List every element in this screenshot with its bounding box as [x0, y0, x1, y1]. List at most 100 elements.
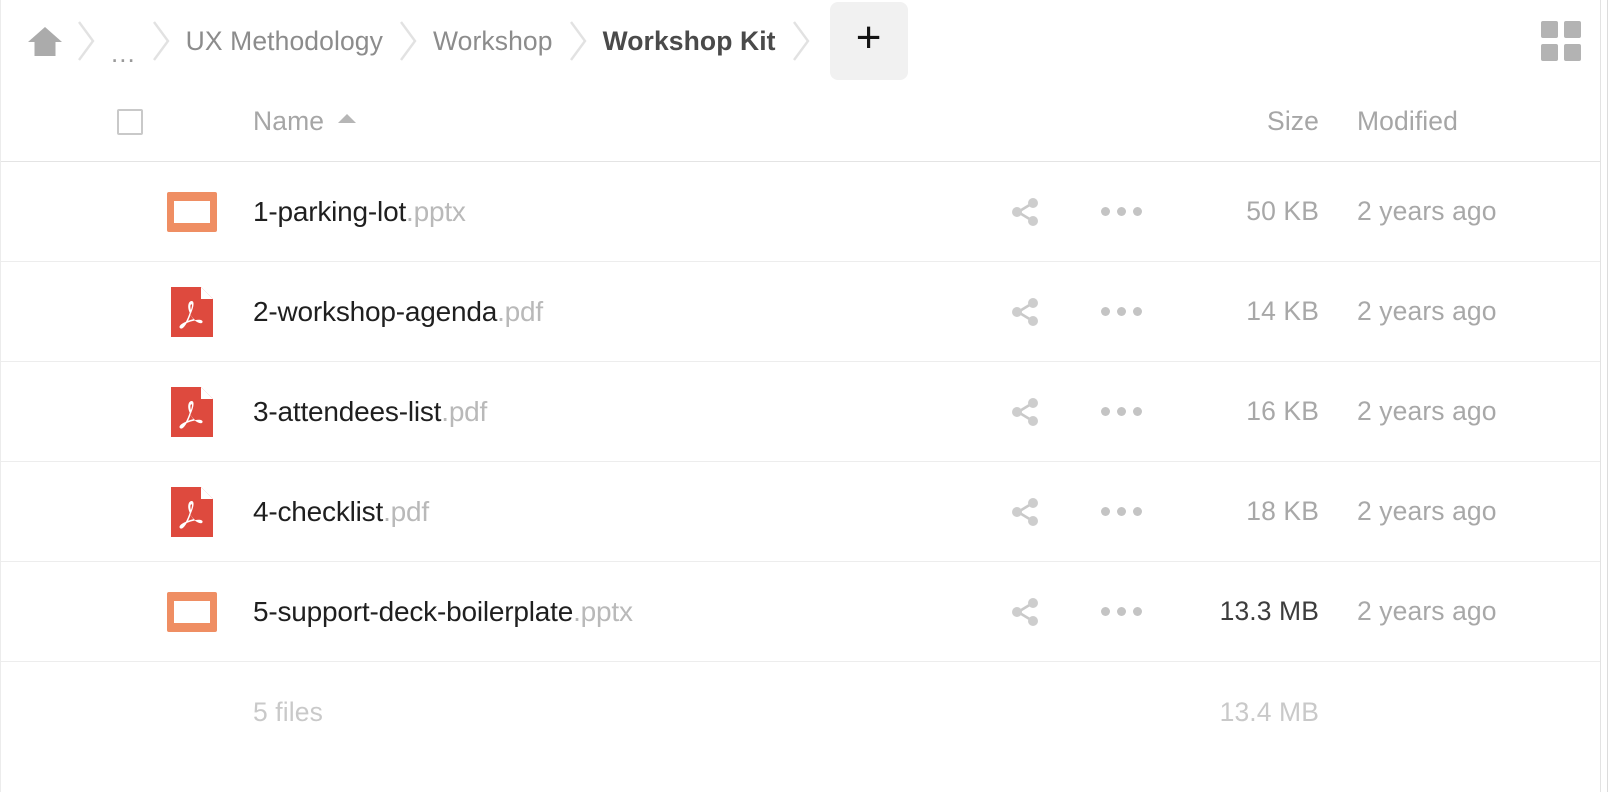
file-size-cell: 14 KB [1169, 296, 1319, 327]
file-name-cell[interactable]: 3-attendees-list.pdf [233, 396, 977, 428]
more-actions-icon [1100, 407, 1142, 416]
menu-cell [1073, 207, 1169, 216]
file-count-cell: 5 files [233, 697, 977, 728]
share-button[interactable] [1008, 195, 1042, 229]
row-select-cell [1, 599, 151, 625]
breadcrumb-ellipsis-label: ... [111, 37, 136, 68]
breadcrumb-item-ux-methodology[interactable]: UX Methodology [184, 0, 385, 82]
file-size: 18 KB [1246, 496, 1319, 526]
grid-view-toggle-button[interactable] [1541, 21, 1581, 61]
share-icon [1012, 297, 1038, 326]
file-size: 50 KB [1246, 196, 1319, 226]
pdf-file-icon [171, 286, 213, 337]
table-row[interactable]: 4-checklist.pdf 18 KB 2 years ago [1, 462, 1607, 562]
file-icon-cell [151, 283, 233, 341]
row-select-cell [1, 499, 151, 525]
breadcrumb-item-workshop[interactable]: Workshop [431, 0, 555, 82]
pptx-file-icon [167, 591, 217, 632]
table-row[interactable]: 2-workshop-agenda.pdf 14 KB 2 years ago [1, 262, 1607, 362]
name-column-header[interactable]: Name [233, 106, 977, 137]
share-icon [1012, 197, 1038, 226]
breadcrumb-separator [778, 0, 824, 82]
pdf-file-icon [171, 486, 213, 537]
select-all-checkbox[interactable] [117, 108, 143, 135]
select-all-cell [1, 108, 151, 135]
breadcrumb-separator [63, 0, 109, 82]
more-actions-icon [1100, 307, 1142, 316]
file-modified-cell: 2 years ago [1319, 496, 1549, 527]
share-cell [977, 495, 1073, 529]
table-row[interactable]: 3-attendees-list.pdf 16 KB 2 years ago [1, 362, 1607, 462]
table-row[interactable]: 1-parking-lot.pptx 50 KB 2 years ago [1, 162, 1607, 262]
file-modified-cell: 2 years ago [1319, 596, 1549, 627]
more-actions-button[interactable] [1100, 607, 1142, 616]
pdf-file-icon [171, 386, 213, 437]
file-icon-cell [151, 483, 233, 541]
file-size-cell: 16 KB [1169, 396, 1319, 427]
grid-view-icon [1564, 44, 1581, 61]
modified-column-label: Modified [1357, 106, 1458, 136]
table-row[interactable]: 5-support-deck-boilerplate.pptx 13.3 MB … [1, 562, 1607, 662]
grid-view-icon [1564, 21, 1581, 38]
file-icon-cell [151, 584, 233, 640]
size-column-header[interactable]: Size [1169, 106, 1319, 137]
file-table: Name Size Modified 1-parking-lot.pptx 50… [1, 82, 1607, 762]
row-select-cell [1, 199, 151, 225]
file-size-cell: 50 KB [1169, 196, 1319, 227]
breadcrumb-item-label: UX Methodology [185, 25, 383, 56]
share-cell [977, 295, 1073, 329]
file-icon-cell [151, 184, 233, 240]
file-modified: 2 years ago [1357, 396, 1497, 426]
file-name: 2-workshop-agenda.pdf [253, 295, 543, 327]
file-name-cell[interactable]: 2-workshop-agenda.pdf [233, 296, 977, 328]
file-extension: .pptx [573, 595, 633, 627]
file-name-cell[interactable]: 5-support-deck-boilerplate.pptx [233, 596, 977, 628]
file-modified-cell: 2 years ago [1319, 296, 1549, 327]
share-cell [977, 595, 1073, 629]
menu-cell [1073, 407, 1169, 416]
breadcrumb-separator [138, 0, 184, 82]
menu-cell [1073, 307, 1169, 316]
share-icon [1012, 597, 1038, 626]
more-actions-button[interactable] [1100, 207, 1142, 216]
share-cell [977, 395, 1073, 429]
file-name-cell[interactable]: 1-parking-lot.pptx [233, 196, 977, 228]
total-size-label: 13.4 MB [1219, 696, 1319, 727]
file-extension: .pdf [441, 395, 488, 427]
share-button[interactable] [1008, 395, 1042, 429]
more-actions-button[interactable] [1100, 407, 1142, 416]
add-new-button[interactable]: + [829, 2, 908, 80]
breadcrumb-home[interactable] [27, 0, 63, 82]
modified-column-header[interactable]: Modified [1319, 106, 1549, 137]
share-button[interactable] [1008, 495, 1042, 529]
file-extension: .pdf [383, 495, 429, 527]
menu-cell [1073, 607, 1169, 616]
home-icon [28, 27, 62, 56]
more-actions-icon [1100, 607, 1142, 616]
share-button[interactable] [1008, 595, 1042, 629]
file-modified: 2 years ago [1357, 596, 1497, 626]
share-cell [977, 195, 1073, 229]
file-name: 4-checklist.pdf [253, 495, 429, 527]
breadcrumb-current-label: Workshop Kit [602, 25, 776, 56]
pptx-file-icon [167, 191, 217, 232]
file-name: 1-parking-lot.pptx [253, 195, 466, 227]
more-actions-button[interactable] [1100, 507, 1142, 516]
breadcrumb: ... UX Methodology Workshop Workshop Kit… [1, 0, 1607, 82]
file-extension: .pdf [497, 295, 543, 327]
share-button[interactable] [1008, 295, 1042, 329]
file-modified: 2 years ago [1357, 496, 1497, 526]
file-modified: 2 years ago [1357, 296, 1497, 326]
file-browser: ... UX Methodology Workshop Workshop Kit… [0, 0, 1608, 792]
more-actions-button[interactable] [1100, 307, 1142, 316]
breadcrumb-item-workshop-kit[interactable]: Workshop Kit [601, 0, 778, 82]
vertical-scrollbar[interactable] [1600, 0, 1607, 792]
table-header-row: Name Size Modified [1, 82, 1607, 162]
caret-up-icon [338, 114, 357, 123]
breadcrumb-item-ellipsis[interactable]: ... [109, 0, 138, 82]
total-size-cell: 13.4 MB [1169, 697, 1319, 728]
breadcrumb-separator [555, 0, 601, 82]
file-modified-cell: 2 years ago [1319, 396, 1549, 427]
file-name-cell[interactable]: 4-checklist.pdf [233, 496, 977, 528]
breadcrumb-separator [385, 0, 431, 82]
